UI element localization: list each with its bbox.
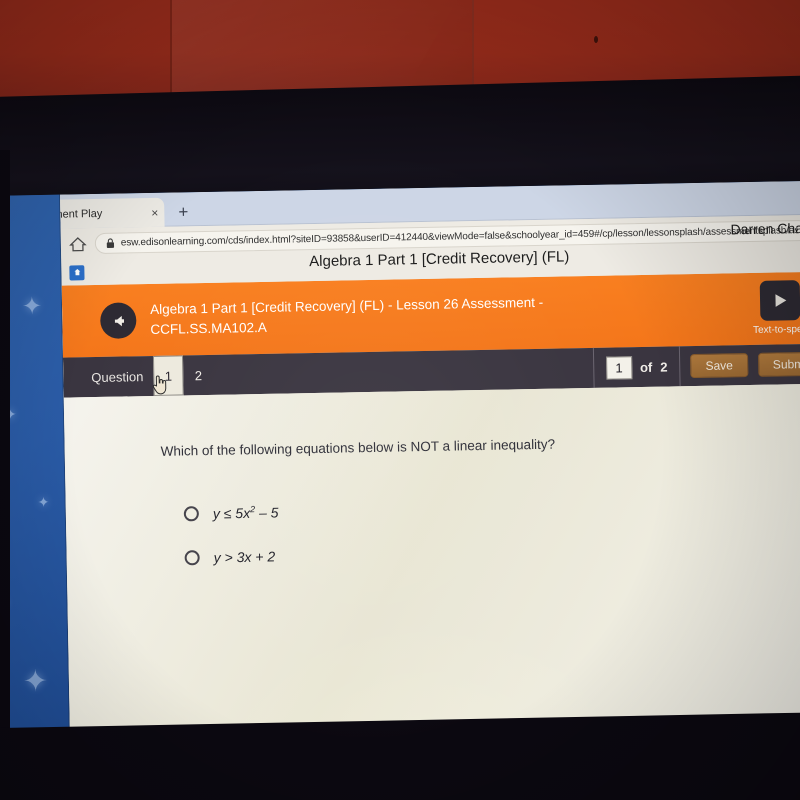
new-tab-button[interactable]: + [172, 201, 194, 223]
photo-left-dark-edge [0, 150, 10, 800]
question-body: Which of the following equations below i… [63, 383, 800, 765]
wallpaper-sparkle: ✦ [22, 664, 49, 699]
photo-of-monitor: ✦ ✦ ✦ ✦ ✦ ✦ ✦ ✦ ✦ ✦ ✦ sson | Assessment … [0, 0, 800, 800]
question-bar-right: 1 of 2 Save Subm [592, 344, 800, 388]
assessment-app: Algebra 1 Part 1 [Credit Recovery] (FL) … [61, 271, 800, 765]
pager-total: 2 [660, 359, 668, 375]
submit-button[interactable]: Subm [757, 351, 800, 377]
lock-icon [106, 238, 115, 248]
monitor-screen: ✦ ✦ ✦ ✦ ✦ ✦ ✦ ✦ ✦ ✦ ✦ sson | Assessment … [0, 180, 800, 800]
question-tab-1[interactable]: 1 [153, 355, 184, 396]
answer-choice-a-text: y ≤ 5x2 – 5 [212, 504, 279, 522]
close-icon[interactable]: × [151, 205, 158, 219]
radio-button-b[interactable] [184, 549, 200, 566]
assessment-header: Algebra 1 Part 1 [Credit Recovery] (FL) … [61, 271, 800, 358]
chrome-browser-window: sson | Assessment Play × + esw.edisonlea… [59, 180, 800, 765]
answer-choice-b[interactable]: y > 3x + 2 [184, 548, 276, 566]
answer-choice-a[interactable]: y ≤ 5x2 – 5 [183, 504, 279, 522]
back-arrow-icon[interactable] [99, 302, 137, 339]
pager-current-input[interactable]: 1 [605, 355, 633, 380]
text-to-speech-control: Text-to-spee [748, 280, 800, 336]
tab-title: sson | Assessment Play [59, 207, 103, 221]
question-label: Question [91, 368, 144, 385]
wallpaper-sparkle: ✦ [21, 292, 43, 321]
question-stem: Which of the following equations below i… [160, 436, 556, 459]
home-icon[interactable] [69, 235, 87, 253]
radio-button-a[interactable] [183, 505, 199, 522]
browser-tab[interactable]: sson | Assessment Play × [59, 197, 165, 231]
play-icon[interactable] [759, 280, 800, 321]
wallpaper-sparkle: ✦ [37, 493, 50, 511]
pager-of-label: of [639, 359, 653, 375]
text-to-speech-label: Text-to-spee [752, 323, 800, 336]
pager: 1 of 2 [592, 346, 681, 388]
answer-choice-b-text: y > 3x + 2 [213, 548, 276, 566]
user-name: Darren Charl [730, 219, 800, 238]
wall-speck [594, 36, 598, 43]
assessment-title: Algebra 1 Part 1 [Credit Recovery] (FL) … [149, 294, 544, 338]
question-tab-2[interactable]: 2 [183, 356, 214, 395]
save-button[interactable]: Save [690, 353, 749, 379]
